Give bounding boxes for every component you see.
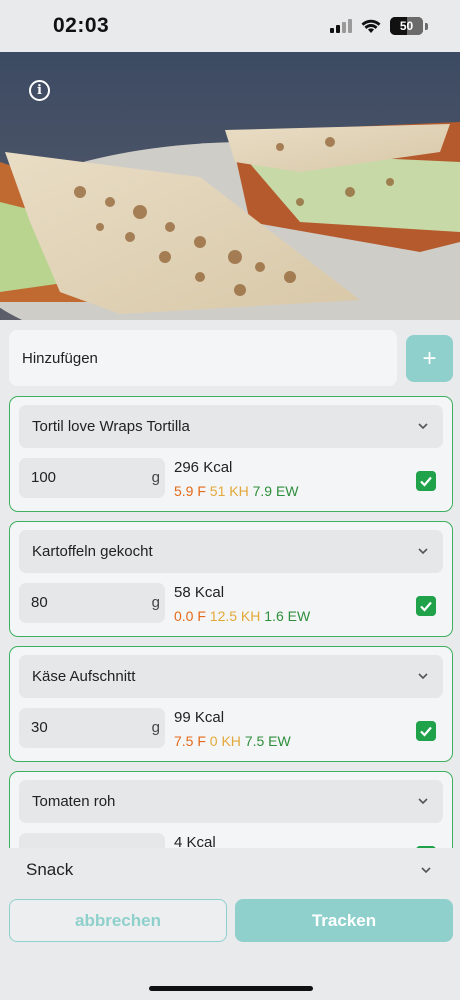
food-photo bbox=[0, 52, 460, 320]
fat-value: 5.9 F bbox=[174, 483, 206, 499]
add-food-row: Hinzufügen + bbox=[9, 330, 453, 386]
quantity-value: 30 bbox=[31, 719, 48, 736]
add-button[interactable]: + bbox=[406, 335, 453, 382]
plus-icon: + bbox=[422, 344, 437, 372]
food-item-select[interactable]: Tomaten roh bbox=[19, 780, 443, 823]
chevron-down-icon bbox=[418, 798, 428, 805]
status-bar: 02:03 50 bbox=[0, 0, 460, 52]
protein-value: 7.5 EW bbox=[244, 733, 291, 749]
food-item: Tomaten roh g 4 Kcal bbox=[9, 771, 453, 848]
info-icon[interactable]: i bbox=[29, 80, 50, 101]
quantity-input[interactable]: 80 g bbox=[19, 583, 165, 623]
quantity-value: 80 bbox=[31, 594, 48, 611]
wifi-icon bbox=[361, 19, 381, 34]
food-item-select[interactable]: Käse Aufschnitt bbox=[19, 655, 443, 698]
battery-tip bbox=[425, 22, 428, 30]
food-item: Tortil love Wraps Tortilla 100 g 296 Kca… bbox=[9, 396, 453, 512]
quantity-value: 100 bbox=[31, 469, 57, 486]
quantity-input[interactable]: 30 g bbox=[19, 708, 165, 748]
food-item-select[interactable]: Tortil love Wraps Tortilla bbox=[19, 405, 443, 448]
kcal-value: 99 Kcal bbox=[174, 709, 225, 726]
add-food-input[interactable]: Hinzufügen bbox=[9, 330, 397, 386]
checkbox-checked-icon[interactable] bbox=[416, 471, 436, 491]
checkbox-checked-icon[interactable] bbox=[416, 596, 436, 616]
battery-level: 50 bbox=[399, 19, 414, 33]
fat-value: 0.0 F bbox=[174, 608, 206, 624]
battery-icon: 50 bbox=[390, 17, 423, 35]
carbs-value: 0 KH bbox=[209, 733, 241, 749]
protein-value: 1.6 EW bbox=[264, 608, 311, 624]
kcal-value: 296 Kcal bbox=[174, 459, 233, 476]
food-item: Käse Aufschnitt 30 g 99 Kcal 7.5 F 0 KH … bbox=[9, 646, 453, 762]
meal-type-select[interactable]: Snack bbox=[0, 848, 460, 892]
food-item-name: Kartoffeln gekocht bbox=[32, 543, 153, 560]
status-icons: 50 bbox=[330, 17, 428, 35]
macros: 7.5 F 0 KH 7.5 EW bbox=[174, 733, 291, 749]
food-item: Kartoffeln gekocht 80 g 58 Kcal 0.0 F 12… bbox=[9, 521, 453, 637]
carbs-value: 12.5 KH bbox=[209, 608, 261, 624]
status-time: 02:03 bbox=[53, 14, 110, 37]
macros: 0.0 F 12.5 KH 1.6 EW bbox=[174, 608, 310, 624]
quantity-input[interactable]: g bbox=[19, 833, 165, 848]
kcal-value: 58 Kcal bbox=[174, 584, 225, 601]
food-item-select[interactable]: Kartoffeln gekocht bbox=[19, 530, 443, 573]
cancel-button[interactable]: abbrechen bbox=[9, 899, 227, 942]
quantity-unit: g bbox=[151, 719, 160, 736]
home-indicator bbox=[149, 986, 313, 991]
food-item-name: Tortil love Wraps Tortilla bbox=[32, 418, 190, 435]
chevron-down-icon bbox=[418, 673, 428, 680]
fat-value: 7.5 F bbox=[174, 733, 206, 749]
quantity-input[interactable]: 100 g bbox=[19, 458, 165, 498]
meal-type-value: Snack bbox=[26, 860, 74, 879]
food-item-name: Käse Aufschnitt bbox=[32, 668, 136, 685]
carbs-value: 51 KH bbox=[209, 483, 249, 499]
macros: 5.9 F 51 KH 7.9 EW bbox=[174, 483, 299, 499]
food-item-list: Tortil love Wraps Tortilla 100 g 296 Kca… bbox=[9, 396, 453, 848]
food-item-name: Tomaten roh bbox=[32, 793, 116, 810]
chevron-down-icon bbox=[418, 423, 428, 430]
protein-value: 7.9 EW bbox=[252, 483, 299, 499]
chevron-down-icon bbox=[421, 867, 431, 874]
checkbox-checked-icon[interactable] bbox=[416, 721, 436, 741]
kcal-value: 4 Kcal bbox=[174, 834, 216, 848]
track-button[interactable]: Tracken bbox=[235, 899, 453, 942]
chevron-down-icon bbox=[418, 548, 428, 555]
quantity-unit: g bbox=[151, 469, 160, 486]
quantity-unit: g bbox=[151, 594, 160, 611]
cellular-signal-icon bbox=[330, 19, 352, 33]
